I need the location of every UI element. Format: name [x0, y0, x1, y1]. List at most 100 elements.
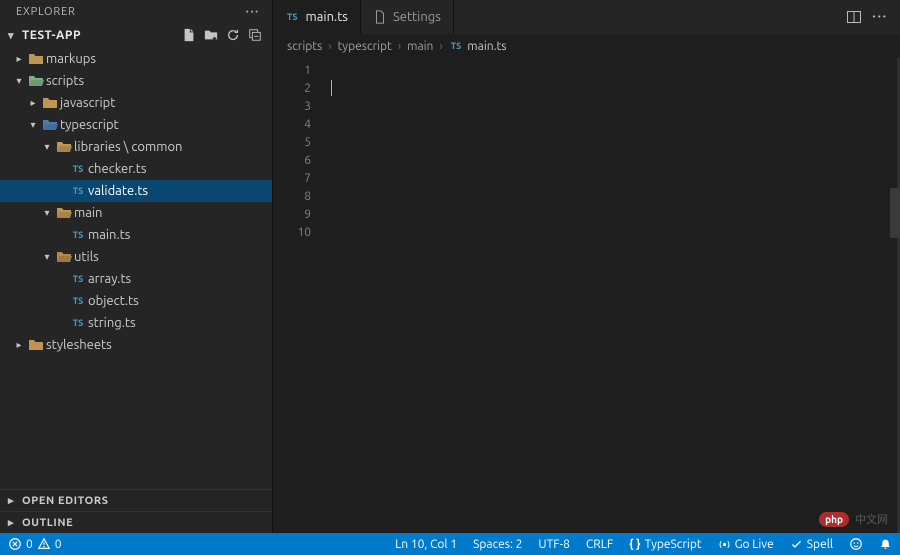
scrollbar-thumb[interactable] [890, 188, 900, 238]
tree-folder[interactable]: ▾libraries \ common [0, 136, 272, 158]
status-problems[interactable]: 0 0 [0, 533, 70, 555]
status-feedback[interactable] [841, 533, 871, 555]
file-icon: TS [68, 186, 88, 196]
line-number: 4 [273, 116, 311, 134]
breadcrumb-part[interactable]: main [407, 40, 433, 53]
collapse-all-icon[interactable] [246, 26, 264, 44]
editor-more-icon[interactable]: ··· [872, 9, 888, 25]
folder-icon [26, 73, 46, 89]
file-icon: TS [68, 296, 88, 306]
ts-icon: TS [71, 230, 86, 240]
folder-icon [54, 249, 74, 265]
line-number: 2 [273, 80, 311, 98]
tree-file[interactable]: TSvalidate.ts [0, 180, 272, 202]
tree-file[interactable]: TSstring.ts [0, 312, 272, 334]
editor-tab[interactable]: TS main.ts [273, 0, 361, 34]
chevron-right-icon: › [439, 40, 442, 53]
watermark-badge: php [819, 512, 849, 527]
outline-section[interactable]: ▸ OUTLINE [0, 511, 272, 533]
ts-icon: TS [71, 274, 86, 284]
line-number: 7 [273, 170, 311, 188]
line-number: 10 [273, 224, 311, 242]
chevron-down-icon: ▾ [40, 251, 54, 263]
breadcrumb-part[interactable]: typescript [338, 40, 392, 53]
tree-folder[interactable]: ▸markups [0, 48, 272, 70]
chevron-right-icon: › [398, 40, 401, 53]
status-spell[interactable]: Spell [782, 533, 841, 555]
folder-icon [54, 139, 74, 155]
refresh-icon[interactable] [224, 26, 242, 44]
watermark-text: 中文网 [855, 511, 888, 527]
line-gutter: 12345678910 [273, 58, 323, 533]
tree-label: validate.ts [88, 184, 148, 198]
line-number: 1 [273, 62, 311, 80]
new-file-icon[interactable] [180, 26, 198, 44]
editor-tab[interactable]: Settings [361, 0, 454, 34]
ts-icon: TS [71, 164, 86, 174]
explorer-title: EXPLORER [16, 6, 76, 18]
check-icon [790, 538, 803, 551]
project-header[interactable]: ▾ TEST-APP [0, 24, 272, 46]
explorer-more-icon[interactable]: ··· [246, 6, 260, 18]
feedback-icon [849, 537, 863, 551]
tree-file[interactable]: TSmain.ts [0, 224, 272, 246]
breadcrumb-part[interactable]: scripts [287, 40, 322, 53]
tree-label: string.ts [88, 316, 136, 330]
line-number: 8 [273, 188, 311, 206]
breadcrumb-file[interactable]: TS main.ts [449, 40, 507, 53]
status-golive-label: Go Live [735, 538, 774, 551]
code-content[interactable] [323, 58, 900, 533]
chevron-right-icon: ▸ [26, 97, 40, 109]
ts-icon: TS [71, 296, 86, 306]
tree-folder[interactable]: ▸javascript [0, 92, 272, 114]
tab-label: main.ts [306, 10, 348, 24]
breadcrumb-file-label: main.ts [467, 40, 506, 53]
code-editor[interactable]: 12345678910 [273, 58, 900, 533]
chevron-down-icon: ▾ [26, 119, 40, 131]
status-eol[interactable]: CRLF [578, 533, 621, 555]
watermark: php 中文网 [819, 511, 888, 527]
tree-folder[interactable]: ▾scripts [0, 70, 272, 92]
tree-file[interactable]: TSobject.ts [0, 290, 272, 312]
tree-folder[interactable]: ▾typescript [0, 114, 272, 136]
outline-label: OUTLINE [22, 517, 73, 529]
ts-icon: TS [71, 186, 86, 196]
status-warning-count: 0 [55, 538, 62, 551]
tree-folder[interactable]: ▸stylesheets [0, 334, 272, 356]
ts-icon: TS [71, 318, 86, 328]
tree-file[interactable]: TSchecker.ts [0, 158, 272, 180]
editor-tabs: TS main.ts Settings ··· [273, 0, 900, 34]
tree-label: stylesheets [46, 338, 112, 352]
tree-folder[interactable]: ▾ main [0, 202, 272, 224]
folder-icon [26, 337, 46, 353]
status-encoding-label: UTF-8 [538, 538, 569, 551]
new-folder-icon[interactable] [202, 26, 220, 44]
status-notifications[interactable] [871, 533, 900, 555]
status-ln-col[interactable]: Ln 10, Col 1 [387, 533, 465, 555]
broadcast-icon [718, 538, 731, 551]
bell-icon [879, 538, 892, 551]
tree-label: utils [74, 250, 99, 264]
status-bar: 0 0 Ln 10, Col 1 Spaces: 2 UTF-8 CRLF { … [0, 533, 900, 555]
chevron-right-icon: › [328, 40, 331, 53]
status-eol-label: CRLF [586, 538, 613, 551]
status-encoding[interactable]: UTF-8 [530, 533, 577, 555]
file-icon [373, 10, 387, 24]
chevron-down-icon: ▾ [40, 207, 54, 219]
tree-file[interactable]: TSarray.ts [0, 268, 272, 290]
status-go-live[interactable]: Go Live [710, 533, 782, 555]
status-language[interactable]: { }TypeScript [621, 533, 709, 555]
open-editors-section[interactable]: ▸ OPEN EDITORS [0, 489, 272, 511]
line-number: 6 [273, 152, 311, 170]
status-spaces[interactable]: Spaces: 2 [465, 533, 530, 555]
split-editor-icon[interactable] [846, 9, 862, 25]
tree-label: main [74, 206, 102, 220]
folder-icon [26, 51, 46, 67]
file-icon: TS [68, 230, 88, 240]
breadcrumbs[interactable]: scripts › typescript › main › TS main.ts [273, 34, 900, 58]
ts-icon: TS [285, 12, 300, 22]
explorer-sidebar: EXPLORER ··· ▾ TEST-APP [0, 0, 273, 533]
tree-folder[interactable]: ▾ utils [0, 246, 272, 268]
tree-label: checker.ts [88, 162, 147, 176]
status-spell-label: Spell [807, 538, 833, 551]
